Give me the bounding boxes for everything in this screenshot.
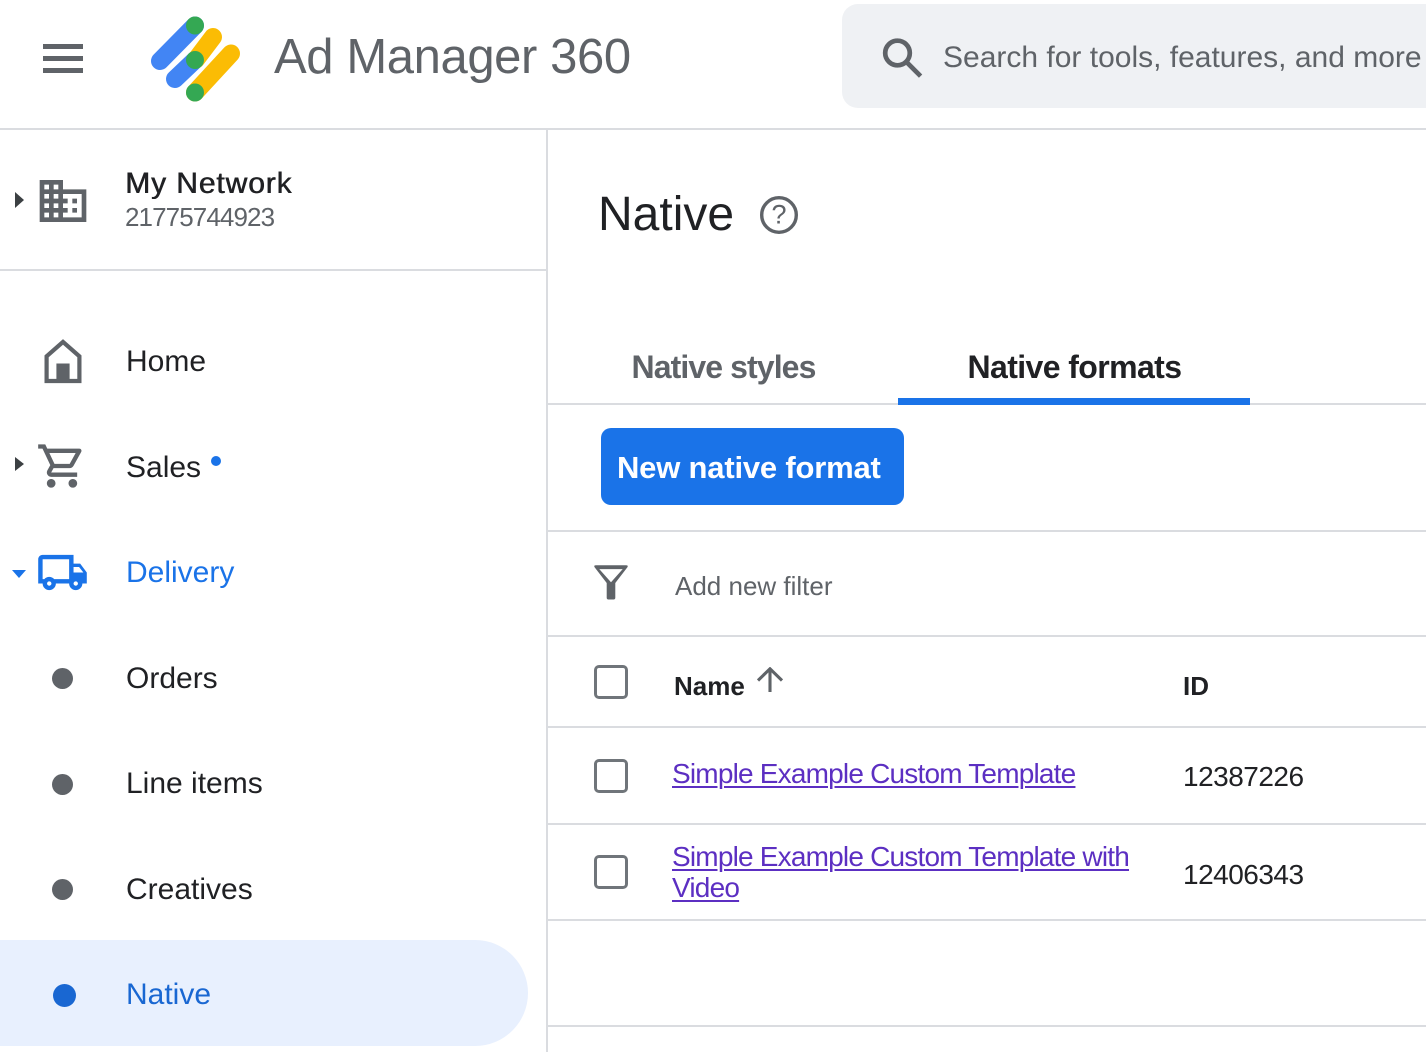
svg-text:?: ? bbox=[771, 199, 786, 229]
